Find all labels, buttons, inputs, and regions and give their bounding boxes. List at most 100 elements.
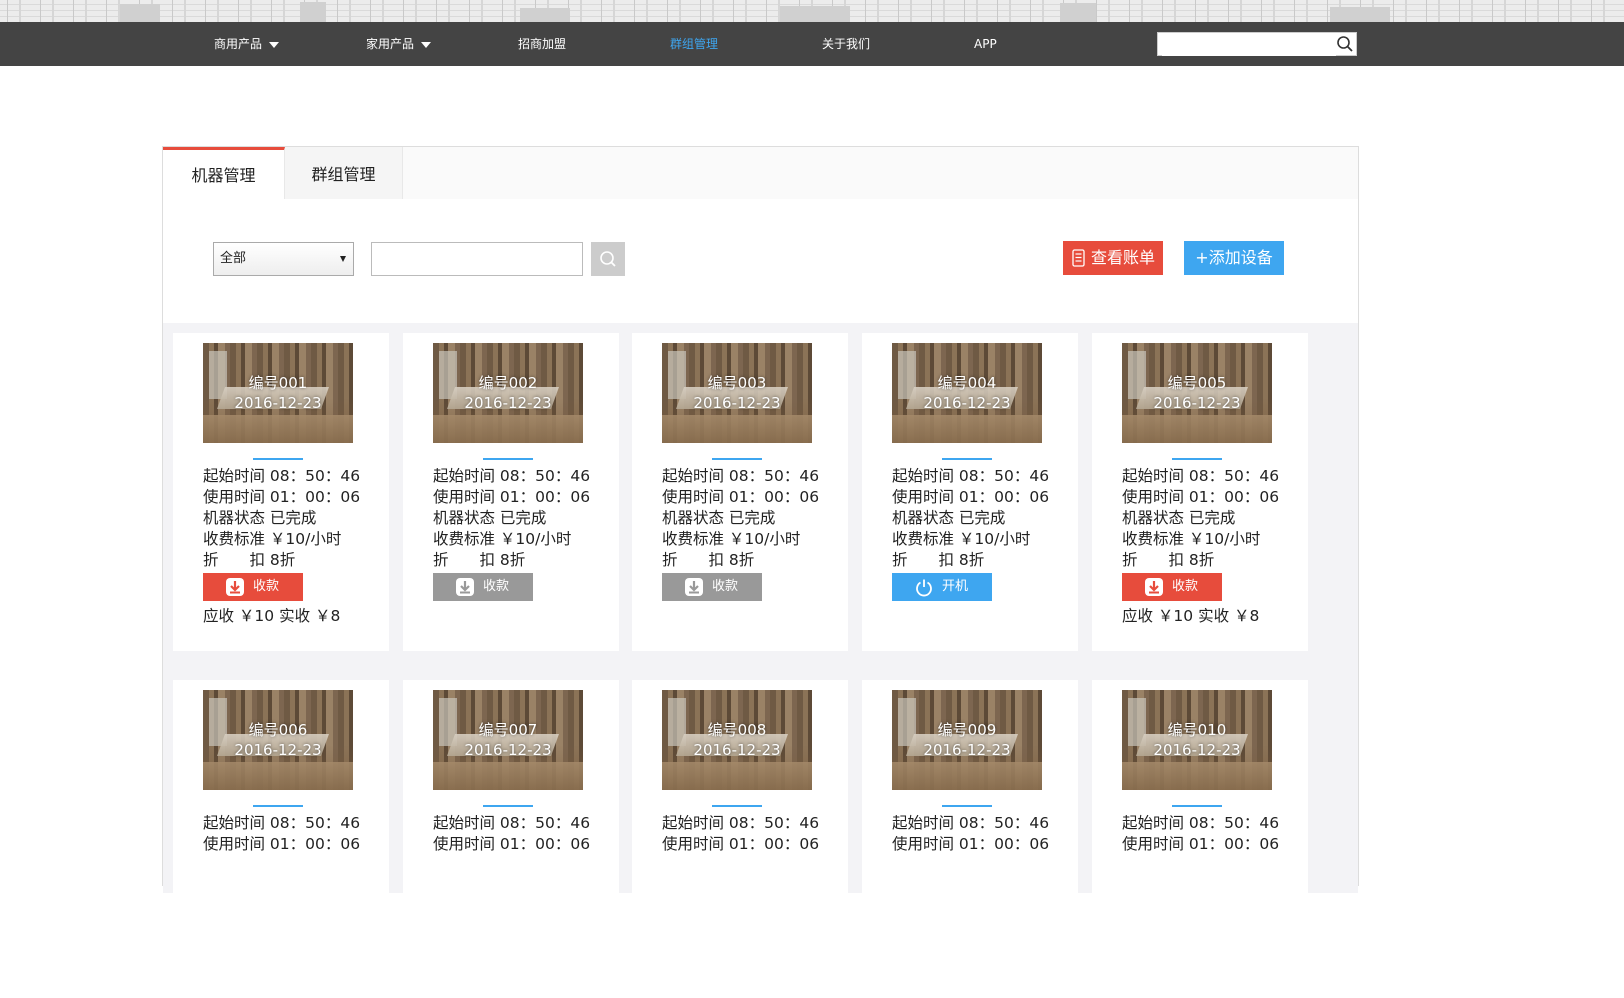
- divider: [253, 458, 303, 460]
- device-id: 编号009: [937, 721, 997, 739]
- device-info: 起始时间 08：50：46 使用时间 01：00：06: [892, 813, 1049, 855]
- action-label: 收款: [253, 579, 280, 594]
- info-fee: 收费标准 ￥10/小时: [433, 530, 572, 548]
- device-date: 2016-12-23: [464, 741, 552, 759]
- device-card: 编号004 2016-12-23 起始时间 08：50：46 使用时间 01：00：0…: [862, 333, 1078, 651]
- device-id: 编号002: [478, 374, 538, 392]
- power-on-button[interactable]: 开机: [892, 573, 992, 601]
- device-date: 2016-12-23: [923, 394, 1011, 412]
- device-thumbnail[interactable]: 编号002 2016-12-23: [433, 343, 583, 443]
- device-id: 编号004: [937, 374, 997, 392]
- divider: [942, 458, 992, 460]
- info-used: 使用时间 01：00：06: [892, 835, 1050, 853]
- amount-summary: 应收 ￥10 实收 ￥8: [203, 607, 341, 625]
- divider: [942, 805, 992, 807]
- info-status: 机器状态 已完成: [892, 509, 1006, 527]
- device-card: 编号009 2016-12-23 起始时间 08：50：46 使用时间 01：00：0…: [862, 680, 1078, 998]
- device-thumbnail[interactable]: 编号007 2016-12-23: [433, 690, 583, 790]
- device-search-input[interactable]: [371, 242, 583, 276]
- tab-machine-management[interactable]: 机器管理: [163, 147, 285, 199]
- divider: [1172, 458, 1222, 460]
- device-search-button[interactable]: [591, 242, 625, 276]
- nav-item-group-management[interactable]: 群组管理: [670, 22, 718, 66]
- device-date: 2016-12-23: [234, 741, 322, 759]
- device-thumbnail[interactable]: 编号008 2016-12-23: [662, 690, 812, 790]
- category-select[interactable]: 全部: [213, 242, 354, 276]
- device-thumbnail[interactable]: 编号003 2016-12-23: [662, 343, 812, 443]
- nav-item-home-products[interactable]: 家用产品: [366, 22, 432, 66]
- device-info: 起始时间 08：50：46 使用时间 01：00：06 机器状态 已完成 收费标准 ￥…: [892, 466, 1049, 571]
- info-fee: 收费标准 ￥10/小时: [1122, 530, 1261, 548]
- divider: [712, 805, 762, 807]
- info-start: 起始时间 08：50：46: [1122, 467, 1280, 485]
- amount-summary: 应收 ￥10 实收 ￥8: [1122, 607, 1260, 625]
- nav-search-box: [1157, 32, 1357, 56]
- nav-item-commercial[interactable]: 商用产品: [214, 22, 280, 66]
- device-card: 编号005 2016-12-23 起始时间 08：50：46 使用时间 01：00：0…: [1092, 333, 1308, 651]
- device-info: 起始时间 08：50：46 使用时间 01：00：06: [662, 813, 819, 855]
- info-used: 使用时间 01：00：06: [662, 488, 820, 506]
- device-info: 起始时间 08：50：46 使用时间 01：00：06 机器状态 已完成收费标准 ￥…: [433, 466, 590, 571]
- info-used: 使用时间 01：00：06: [892, 488, 1050, 506]
- info-used: 使用时间 01：00：06: [1122, 488, 1280, 506]
- device-id: 编号001: [248, 374, 308, 392]
- device-id: 编号005: [1167, 374, 1227, 392]
- info-status: 机器状态 已完成: [662, 509, 776, 527]
- info-used: 使用时间 01：00：06: [1122, 835, 1280, 853]
- tab-group-management[interactable]: 群组管理: [285, 147, 403, 199]
- info-start: 起始时间 08：50：46: [203, 467, 361, 485]
- caret-down-icon: [269, 41, 280, 48]
- device-info: 起始时间 08：50：46 使用时间 01：00：06 机器状态 已完成 收费标准 ￥…: [1122, 466, 1279, 571]
- device-info: 起始时间 08：50：46 使用时间 01：00：06: [203, 813, 360, 855]
- action-label: 收款: [1172, 579, 1199, 594]
- device-info: 起始时间 08：50：46 使用时间 01：00：06: [1122, 813, 1279, 855]
- device-thumbnail[interactable]: 编号001 2016-12-23: [203, 343, 353, 443]
- collect-payment-button[interactable]: 收款: [662, 573, 762, 601]
- bill-icon: [1072, 249, 1085, 267]
- device-id: 编号003: [707, 374, 767, 392]
- info-used: 使用时间 01：00：06: [433, 488, 591, 506]
- nav-item-about-us[interactable]: 关于我们: [822, 22, 870, 66]
- action-label: 收款: [483, 579, 510, 594]
- info-used: 使用时间 01：00：06: [662, 835, 820, 853]
- divider: [253, 805, 303, 807]
- info-used: 使用时间 01：00：06: [203, 835, 361, 853]
- device-card: 编号002 2016-12-23 起始时间 08：50：46 使用时间 01：00：0…: [403, 333, 619, 651]
- view-bill-button[interactable]: 查看账单: [1063, 241, 1163, 275]
- collect-payment-button[interactable]: 收款: [1122, 573, 1222, 601]
- info-start: 起始时间 08：50：46: [433, 467, 591, 485]
- dropdown-arrow-icon: [340, 256, 346, 262]
- device-thumbnail[interactable]: 编号005 2016-12-23: [1122, 343, 1272, 443]
- top-navbar: 商用产品 家用产品 招商加盟 群组管理 关于我们 APP: [0, 22, 1624, 66]
- collect-payment-button[interactable]: 收款: [203, 573, 303, 601]
- device-thumbnail[interactable]: 编号010 2016-12-23: [1122, 690, 1272, 790]
- search-icon[interactable]: [1336, 35, 1354, 53]
- bill-label: 查看账单: [1091, 248, 1156, 267]
- info-status: 机器状态 已完成: [433, 509, 547, 527]
- nav-item-app[interactable]: APP: [974, 22, 997, 66]
- device-thumbnail[interactable]: 编号006 2016-12-23: [203, 690, 353, 790]
- device-thumbnail[interactable]: 编号009 2016-12-23: [892, 690, 1042, 790]
- add-device-button[interactable]: +添加设备: [1184, 241, 1284, 275]
- info-discount: 折 扣 8折: [203, 551, 296, 569]
- nav-item-franchise[interactable]: 招商加盟: [518, 22, 566, 66]
- info-fee: 收费标准 ￥10/小时: [662, 530, 801, 548]
- action-label: 开机: [942, 579, 969, 594]
- collect-payment-button[interactable]: 收款: [433, 573, 533, 601]
- info-start: 起始时间 08：50：46: [892, 467, 1050, 485]
- device-id: 编号007: [478, 721, 538, 739]
- info-start: 起始时间 08：50：46: [433, 814, 591, 832]
- device-date: 2016-12-23: [234, 394, 322, 412]
- device-date: 2016-12-23: [693, 741, 781, 759]
- device-card: 编号010 2016-12-23 起始时间 08：50：46 使用时间 01：00：0…: [1092, 680, 1308, 998]
- info-used: 使用时间 01：00：06: [203, 488, 361, 506]
- info-fee: 收费标准 ￥10/小时: [203, 530, 342, 548]
- nav-search-input[interactable]: [1162, 34, 1336, 56]
- device-info: 起始时间 08：50：46 使用时间 01：00：06 机器状态 已完成 收费标准 ￥…: [203, 466, 360, 571]
- info-start: 起始时间 08：50：46: [1122, 814, 1280, 832]
- info-discount: 折 扣 8折: [662, 551, 755, 569]
- tab-bar: 机器管理 群组管理: [163, 147, 1358, 199]
- divider: [1172, 805, 1222, 807]
- device-thumbnail[interactable]: 编号004 2016-12-23: [892, 343, 1042, 443]
- nav-label: 商用产品: [214, 37, 263, 51]
